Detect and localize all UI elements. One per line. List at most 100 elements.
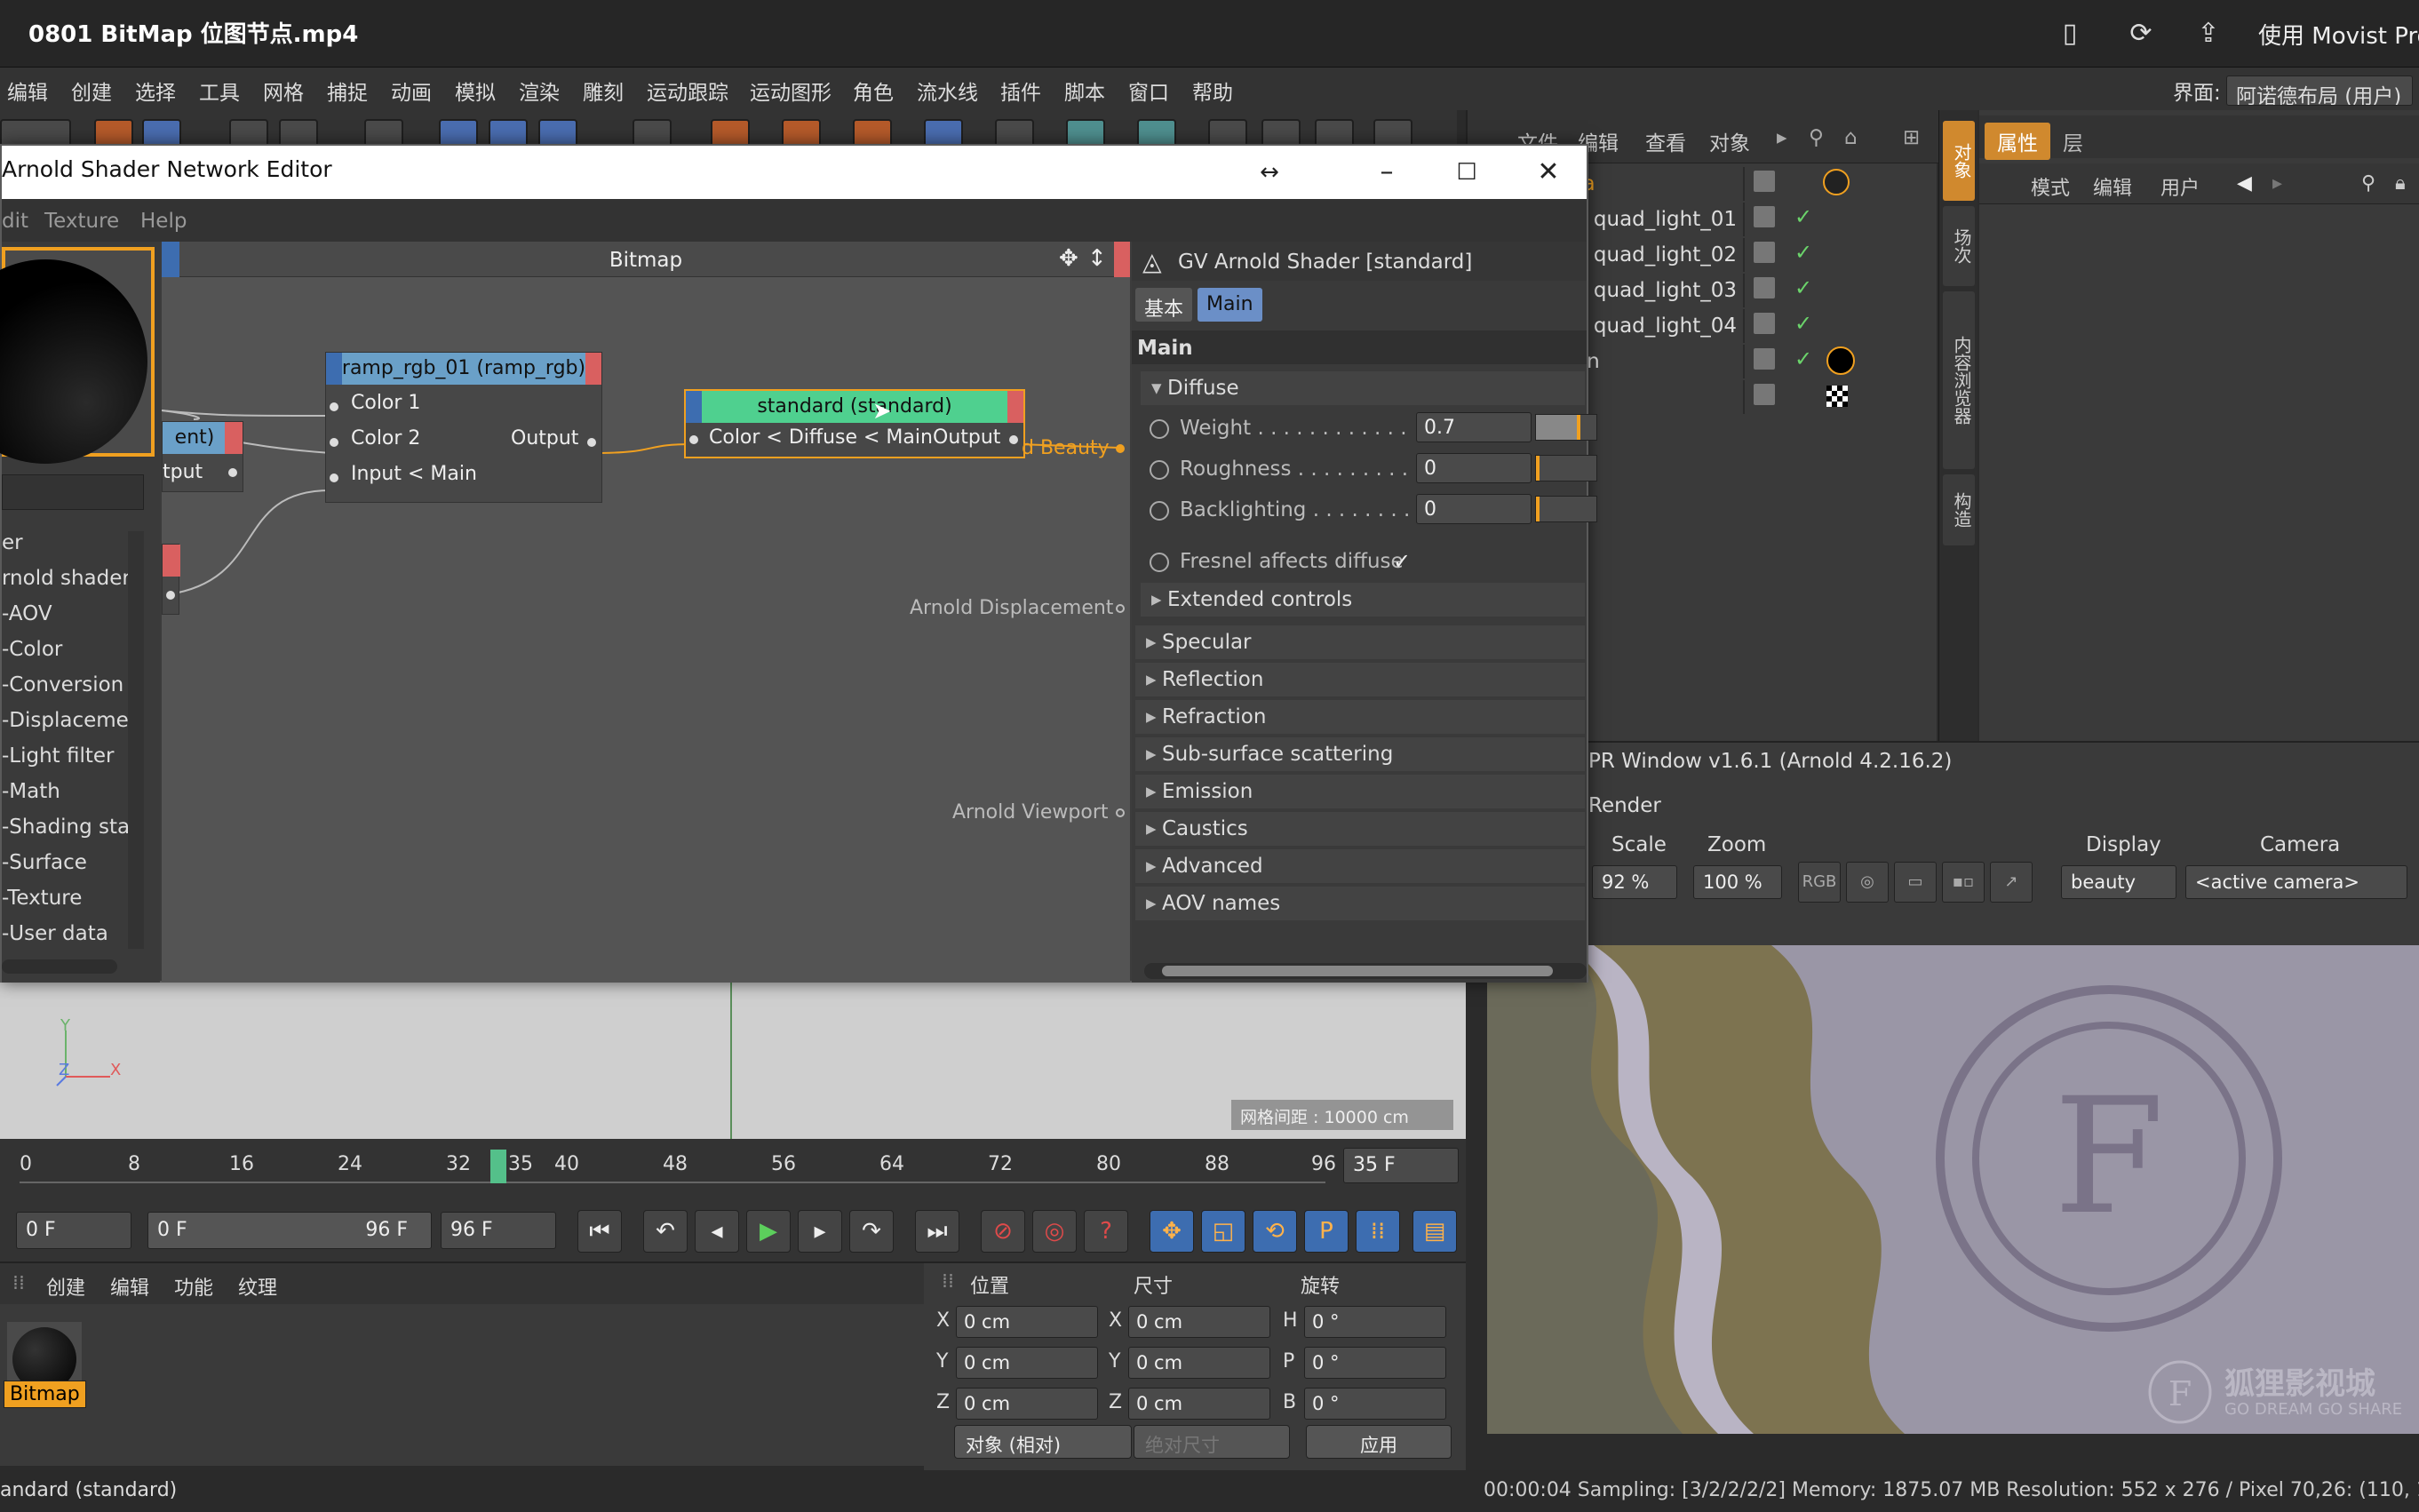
connected-node-partial-2[interactable] xyxy=(162,544,180,615)
go-to-end-button[interactable]: ⏭ xyxy=(915,1210,959,1253)
attr-menu-mode[interactable]: 模式 xyxy=(2031,172,2070,201)
enabled-check-icon[interactable]: ✓ xyxy=(1794,204,1812,229)
tab-objects[interactable]: 对象 xyxy=(1943,121,1975,201)
rgb-button[interactable]: RGB xyxy=(1798,862,1841,903)
tree-item[interactable]: er xyxy=(2,531,23,554)
size-x-field[interactable]: 0 cm xyxy=(1128,1306,1270,1338)
group-reflection[interactable]: ▸ Reflection xyxy=(1135,663,1585,696)
weight-field[interactable]: 0.7 xyxy=(1416,412,1532,442)
key-pla-button[interactable]: ⁞⁞ xyxy=(1356,1210,1400,1253)
lock-icon[interactable]: 🔒︎ xyxy=(2395,172,2406,195)
share-icon[interactable]: ⇪ xyxy=(2191,16,2226,52)
animate-toggle[interactable] xyxy=(1150,419,1169,439)
coordinate-mode-select[interactable]: 对象 (相对) xyxy=(954,1425,1132,1459)
menu-motion-tracking[interactable]: 运动跟踪 xyxy=(647,76,728,106)
backlighting-field[interactable]: 0 xyxy=(1416,494,1532,524)
attr-menu-user[interactable]: 用户 xyxy=(2160,172,2200,201)
group-aov-names[interactable]: ▸ AOV names xyxy=(1135,887,1585,920)
prev-key-button[interactable]: ↶ xyxy=(643,1210,688,1253)
tree-item-conversion[interactable]: -Conversion xyxy=(2,673,123,696)
fresnel-checkbox[interactable]: ✓ xyxy=(1393,549,1416,574)
checker-tag-icon[interactable] xyxy=(1826,386,1848,407)
group-specular[interactable]: ▸ Specular xyxy=(1135,625,1585,659)
tab-layers[interactable]: 层 xyxy=(2050,123,2096,160)
search-icon[interactable]: ⚲ xyxy=(2361,172,2375,195)
tree-item[interactable]: rnold shader xyxy=(2,567,131,590)
tab-basic[interactable]: 基本 xyxy=(1135,288,1193,322)
material-tag-icon[interactable] xyxy=(1826,346,1855,375)
no-entry-icon[interactable] xyxy=(1823,169,1850,195)
visibility-icon[interactable] xyxy=(1754,348,1775,370)
viewport-port[interactable] xyxy=(1116,808,1125,817)
minimize-button[interactable]: – xyxy=(1365,151,1409,194)
menu-character[interactable]: 角色 xyxy=(853,76,894,106)
tree-hscrollbar[interactable] xyxy=(2,959,117,974)
rotate-icon[interactable]: ⟳ xyxy=(2123,16,2159,52)
go-to-start-button[interactable]: ⏮ xyxy=(577,1210,622,1253)
display-select[interactable]: beauty xyxy=(2061,865,2176,899)
layout-select[interactable]: 阿诺德布局 (用户) xyxy=(2226,76,2413,106)
mat-menu-function[interactable]: 功能 xyxy=(174,1272,213,1301)
menu-snap[interactable]: 捕捉 xyxy=(327,76,368,106)
material-name[interactable]: Bitmap xyxy=(4,1381,86,1408)
input-port-color1[interactable] xyxy=(330,402,338,411)
maximize-button[interactable]: ☐ xyxy=(1444,151,1489,194)
menu-plugins[interactable]: 插件 xyxy=(1000,76,1041,106)
tree-scrollbar[interactable] xyxy=(128,531,144,949)
enabled-check-icon[interactable]: ✓ xyxy=(1794,275,1812,300)
tree-item-color[interactable]: -Color xyxy=(2,638,62,661)
mat-menu-create[interactable]: 创建 xyxy=(46,1272,85,1301)
visibility-icon[interactable] xyxy=(1754,277,1775,298)
pip-icon[interactable]: ▯ xyxy=(2052,16,2088,52)
next-key-button[interactable]: ↷ xyxy=(849,1210,894,1253)
editor-menu-texture[interactable]: Texture xyxy=(44,210,119,233)
input-port-color2[interactable] xyxy=(330,438,338,447)
region-icon[interactable]: ▭ xyxy=(1894,862,1937,903)
size-z-field[interactable]: 0 cm xyxy=(1128,1388,1270,1420)
displacement-port[interactable] xyxy=(1116,604,1125,613)
ramp-rgb-node[interactable]: ramp_rgb_01 (ramp_rgb) Color 1 Color 2 O… xyxy=(325,352,602,503)
close-button[interactable]: ✕ xyxy=(1526,151,1571,194)
enabled-check-icon[interactable]: ✓ xyxy=(1794,311,1812,336)
tab-main[interactable]: Main xyxy=(1198,288,1262,322)
tree-item-texture[interactable]: -Texture xyxy=(2,887,82,910)
animate-toggle[interactable] xyxy=(1150,460,1169,480)
menu-pipeline[interactable]: 流水线 xyxy=(917,76,978,106)
standard-shader-node[interactable]: standard (standard) Color < Diffuse < Ma… xyxy=(684,389,1025,458)
size-mode-select[interactable]: 绝对尺寸 xyxy=(1134,1425,1290,1459)
roughness-slider[interactable] xyxy=(1535,455,1597,481)
material-preview[interactable] xyxy=(0,247,155,464)
properties-hscrollbar[interactable] xyxy=(1144,963,1587,979)
output-port[interactable] xyxy=(166,591,175,600)
weight-slider[interactable] xyxy=(1535,414,1597,441)
tab-structure[interactable]: 构造 xyxy=(1943,474,1975,545)
visibility-icon[interactable] xyxy=(1754,313,1775,334)
more-icon[interactable]: ▸ xyxy=(1777,126,1787,149)
compare-icon[interactable]: ▪▫ xyxy=(1942,862,1985,903)
group-caustics[interactable]: ▸ Caustics xyxy=(1135,812,1585,846)
menu-mograph[interactable]: 运动图形 xyxy=(750,76,832,106)
rot-h-field[interactable]: 0 ° xyxy=(1304,1306,1446,1338)
output-port[interactable] xyxy=(1009,435,1018,444)
editor-menu-edit[interactable]: dit xyxy=(2,210,28,233)
animate-toggle[interactable] xyxy=(1150,501,1169,521)
pos-z-field[interactable]: 0 cm xyxy=(956,1388,1098,1420)
om-menu-object[interactable]: 对象 xyxy=(1709,126,1750,156)
node-canvas[interactable]: Bitmap ✥ ↕ ent) tput ramp_rgb_01 (ramp_r xyxy=(162,242,1130,983)
keyframe-selection-button[interactable]: ? xyxy=(1084,1210,1128,1253)
zoom-field[interactable]: 100 % xyxy=(1693,865,1782,899)
enabled-check-icon[interactable]: ✓ xyxy=(1794,346,1812,371)
forward-arrow-icon[interactable]: ▸ xyxy=(2272,172,2282,195)
visibility-icon[interactable] xyxy=(1754,171,1775,192)
globe-icon[interactable]: ◎ xyxy=(1846,862,1889,903)
tree-item-shading-state[interactable]: -Shading sta xyxy=(2,816,130,839)
prev-frame-button[interactable]: ◂ xyxy=(695,1210,739,1253)
menu-create[interactable]: 创建 xyxy=(71,76,112,106)
size-y-field[interactable]: 0 cm xyxy=(1128,1347,1270,1379)
menu-help[interactable]: 帮助 xyxy=(1192,76,1233,106)
camera-select[interactable]: <active camera> xyxy=(2185,865,2407,899)
ipr-render-menu[interactable]: Render xyxy=(1588,794,1661,817)
home-icon[interactable]: ⌂ xyxy=(1844,126,1858,149)
group-refraction[interactable]: ▸ Refraction xyxy=(1135,700,1585,734)
tree-item-aov[interactable]: -AOV xyxy=(2,602,52,625)
